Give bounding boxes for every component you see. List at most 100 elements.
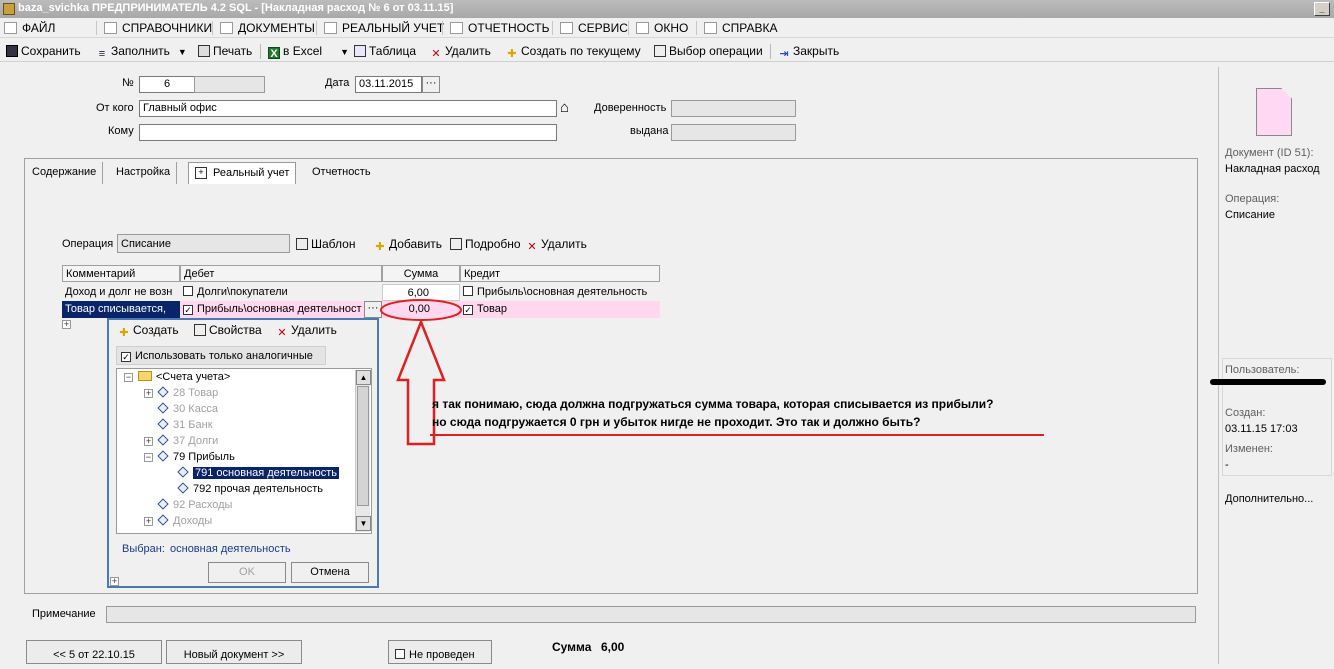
scroll-down-button[interactable]: ▼ bbox=[356, 516, 371, 531]
col-sum[interactable]: Сумма bbox=[382, 265, 460, 282]
note-field[interactable] bbox=[106, 606, 1196, 623]
table-icon bbox=[354, 45, 366, 57]
print-button[interactable]: Печать bbox=[198, 43, 252, 59]
close-button[interactable]: ⇥ Закрыть bbox=[778, 43, 839, 60]
close-door-icon: ⇥ bbox=[779, 48, 789, 60]
tree-expand[interactable]: + bbox=[144, 517, 153, 526]
tree-expand[interactable]: + bbox=[144, 437, 153, 446]
template-button[interactable]: Шаблон bbox=[296, 236, 355, 252]
row2-debit[interactable]: ✓ Прибыль\основная деятельност bbox=[180, 301, 364, 318]
date-picker-button[interactable]: ··· bbox=[422, 76, 440, 93]
row1-debit-checkbox[interactable] bbox=[183, 286, 193, 296]
tree-item-79[interactable]: 79 Прибыль bbox=[156, 449, 235, 465]
col-comment[interactable]: Комментарий bbox=[62, 265, 180, 282]
col-debit[interactable]: Дебет bbox=[180, 265, 382, 282]
fill-button[interactable]: ≡ Заполнить ▼ bbox=[96, 43, 187, 60]
menu-documents[interactable]: ДОКУМЕНТЫ bbox=[220, 20, 315, 36]
col-credit[interactable]: Кредит bbox=[460, 265, 660, 282]
cancel-button[interactable]: Отмена bbox=[291, 562, 369, 583]
home-icon[interactable]: ⌂ bbox=[560, 99, 578, 117]
minimize-button[interactable]: _ bbox=[1314, 2, 1330, 16]
created-label: Создан: bbox=[1225, 407, 1266, 419]
details-button[interactable]: Подробно bbox=[450, 236, 521, 252]
tree-item-income[interactable]: Доходы bbox=[156, 513, 212, 529]
only-similar-checkbox[interactable]: ✓ bbox=[121, 352, 131, 362]
only-similar-option[interactable]: ✓ Использовать только аналогичные bbox=[116, 346, 326, 365]
ok-button[interactable]: OK bbox=[208, 562, 286, 583]
not-posted-toggle[interactable]: Не проведен bbox=[388, 640, 492, 664]
add-button[interactable]: ✚ Добавить bbox=[374, 236, 442, 253]
row1-debit[interactable]: Долги\покупатели bbox=[180, 284, 382, 301]
to-field[interactable] bbox=[139, 124, 557, 141]
row2-debit-checkbox[interactable]: ✓ bbox=[183, 305, 193, 315]
number-field[interactable]: 6 bbox=[139, 76, 195, 93]
tree-item-28[interactable]: 28 Товар bbox=[156, 385, 218, 401]
from-label: От кого bbox=[96, 102, 134, 114]
annotation-ellipse bbox=[380, 299, 462, 321]
document-icon-large bbox=[1256, 88, 1292, 136]
tab-real-accounting[interactable]: + Реальный учет bbox=[188, 162, 297, 184]
op-value: Списание bbox=[1225, 209, 1275, 221]
menu-directories[interactable]: СПРАВОЧНИКИ bbox=[104, 20, 212, 36]
tab-content[interactable]: Содержание bbox=[26, 162, 104, 184]
menu-reports[interactable]: ОТЧЕТНОСТЬ bbox=[450, 20, 549, 36]
date-field[interactable]: 03.11.2015 bbox=[355, 76, 422, 93]
scroll-thumb[interactable] bbox=[357, 386, 369, 506]
save-button[interactable]: Сохранить bbox=[6, 43, 81, 59]
chevron-down-icon[interactable]: ▼ bbox=[178, 47, 187, 57]
account-icon bbox=[177, 466, 189, 478]
tree-item-31[interactable]: 31 Банк bbox=[156, 417, 213, 433]
expand-row-button[interactable]: + bbox=[62, 320, 71, 329]
not-posted-checkbox[interactable] bbox=[395, 649, 405, 659]
excel-button[interactable]: Xв Excel ▼ bbox=[268, 43, 349, 60]
from-field[interactable]: Главный офис bbox=[139, 100, 557, 117]
created-value: 03.11.15 17:03 bbox=[1225, 423, 1298, 435]
delete-entry-button[interactable]: ✕ Удалить bbox=[526, 236, 586, 253]
user-label: Пользователь: bbox=[1225, 364, 1300, 376]
chevron-down-icon[interactable]: ▼ bbox=[340, 47, 349, 57]
choose-operation-button[interactable]: Выбор операции bbox=[654, 43, 763, 59]
menu-window[interactable]: ОКНО bbox=[636, 20, 688, 36]
book-icon bbox=[104, 22, 117, 34]
more-link[interactable]: Дополнительно... bbox=[1225, 493, 1313, 505]
create-from-current-button[interactable]: ✚ Создать по текущему bbox=[506, 43, 640, 60]
row1-comment[interactable]: Доход и долг не возн bbox=[62, 284, 180, 301]
table-button[interactable]: Таблица bbox=[354, 43, 416, 59]
row2-comment[interactable]: Товар списывается, bbox=[62, 301, 180, 318]
delete-button[interactable]: ✕ Удалить bbox=[430, 43, 490, 60]
tree-root[interactable]: <Счета учета> bbox=[138, 369, 230, 385]
fill-icon: ≡ bbox=[98, 48, 106, 60]
popup-create-button[interactable]: ✚ Создать bbox=[118, 322, 178, 339]
scroll-up-button[interactable]: ▲ bbox=[356, 370, 371, 385]
op-label: Операция: bbox=[1225, 193, 1280, 205]
menu-real-accounting[interactable]: РЕАЛЬНЫЙ УЧЕТ bbox=[324, 20, 444, 36]
sum-label: Сумма bbox=[552, 640, 592, 654]
tab-reports[interactable]: Отчетность bbox=[306, 162, 377, 184]
printer-icon bbox=[198, 45, 210, 57]
selected-label: Выбран: bbox=[122, 543, 165, 555]
menu-file[interactable]: ФАЙЛ bbox=[4, 20, 55, 36]
tree-item-30[interactable]: 30 Касса bbox=[156, 401, 218, 417]
tree-collapse[interactable]: − bbox=[144, 453, 153, 462]
account-tree bbox=[116, 368, 372, 534]
menu-help[interactable]: СПРАВКА bbox=[704, 20, 778, 36]
tree-expand[interactable]: + bbox=[144, 389, 153, 398]
tree-item-92[interactable]: 92 Расходы bbox=[156, 497, 232, 513]
tree-collapse-root[interactable]: − bbox=[124, 373, 133, 382]
menu-service[interactable]: СЕРВИС bbox=[560, 20, 628, 36]
tree-scrollbar[interactable]: ▲ ▼ bbox=[355, 370, 371, 532]
popup-resize-button[interactable]: + bbox=[110, 577, 119, 586]
tree-item-791[interactable]: 791 основная деятельность bbox=[176, 465, 340, 481]
date-label: Дата bbox=[325, 77, 350, 89]
delete-icon: ✕ bbox=[431, 48, 441, 60]
document-icon bbox=[220, 22, 233, 34]
tree-item-37[interactable]: 37 Долги bbox=[156, 433, 218, 449]
tree-item-792[interactable]: 792 прочая деятельность bbox=[176, 481, 323, 497]
popup-properties-button[interactable]: Свойства bbox=[194, 322, 262, 338]
proxy-label: Доверенность bbox=[594, 102, 667, 114]
tab-settings[interactable]: Настройка bbox=[110, 162, 178, 184]
popup-delete-button[interactable]: ✕ Удалить bbox=[276, 322, 336, 339]
prev-document-button[interactable]: << 5 от 22.10.15 bbox=[26, 640, 162, 664]
new-document-button[interactable]: Новый документ >> bbox=[166, 640, 302, 664]
operation-field[interactable]: Списание bbox=[117, 234, 290, 253]
